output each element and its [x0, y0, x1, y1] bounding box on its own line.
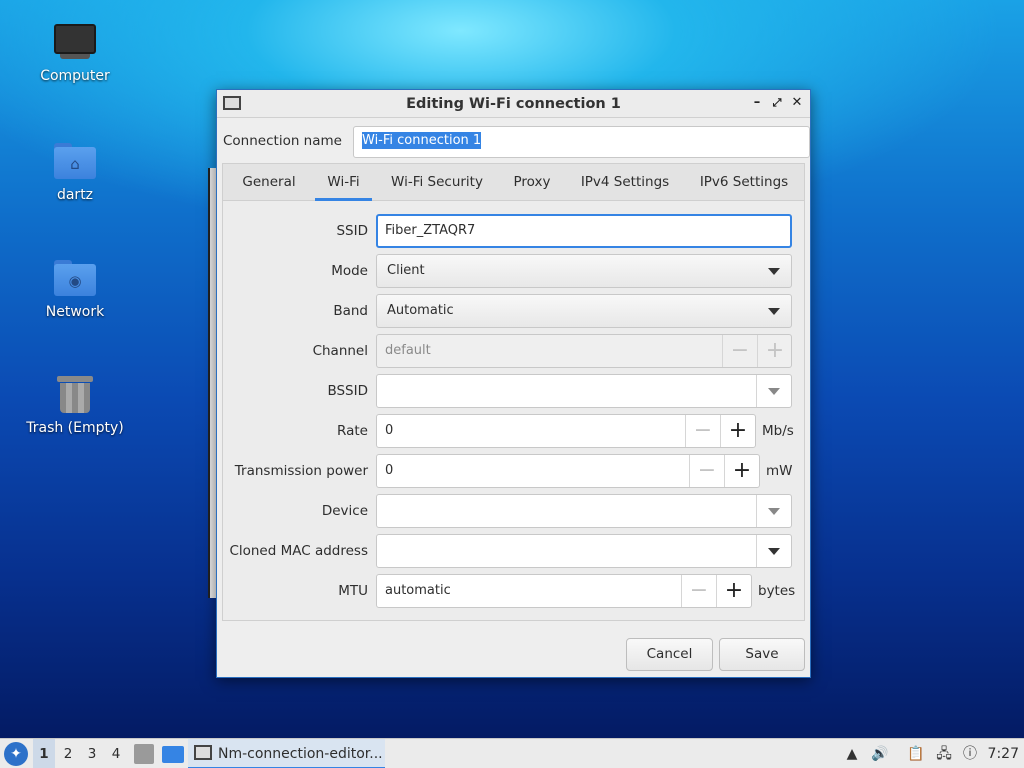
trash-icon: [57, 374, 93, 414]
mtu-increment-button[interactable]: +: [716, 575, 751, 607]
desktop-icon-label: dartz: [56, 187, 94, 203]
cloned-mac-combo-entry[interactable]: [376, 534, 792, 568]
mode-dropdown[interactable]: Client: [376, 254, 792, 288]
channel-label: Channel: [312, 343, 368, 359]
maximize-button[interactable]: ⤢: [768, 94, 786, 112]
chevron-down-icon: [768, 508, 780, 515]
tab-proxy[interactable]: Proxy: [504, 164, 560, 201]
dialog-titlebar[interactable]: Editing Wi-Fi connection 1 – ⤢ ✕: [217, 90, 810, 118]
home-folder-icon: ⌂: [54, 141, 96, 181]
dialog-title: Editing Wi-Fi connection 1: [406, 96, 621, 112]
settings-notebook: General Wi-Fi Wi-Fi Security Proxy IPv4 …: [222, 163, 805, 621]
cloned-mac-dropdown-button[interactable]: [756, 535, 792, 567]
task-label: Nm-connection-editor...: [218, 746, 383, 762]
tab-ipv4-settings[interactable]: IPv4 Settings: [571, 164, 679, 201]
tab-wifi-security[interactable]: Wi-Fi Security: [383, 164, 491, 201]
desktop-icon-computer[interactable]: Computer: [15, 24, 135, 84]
mtu-label: MTU: [338, 583, 368, 599]
rate-label: Rate: [337, 423, 368, 439]
chevron-down-icon: [768, 268, 780, 275]
channel-decrement-button: −: [722, 335, 757, 367]
taskbar: ✦ 1 2 3 4 Nm-connection-editor... ▲ 🔊 📋 …: [0, 738, 1024, 768]
device-label: Device: [321, 503, 368, 519]
rate-decrement-button[interactable]: −: [685, 415, 720, 447]
workspace-4[interactable]: 4: [105, 739, 127, 768]
mtu-unit: bytes: [758, 583, 796, 599]
tab-wifi[interactable]: Wi-Fi: [315, 164, 372, 201]
clock[interactable]: 7:27: [988, 739, 1019, 768]
network-status-icon[interactable]: 🖧: [935, 745, 953, 763]
app-menu-icon[interactable]: ✦: [4, 742, 28, 766]
desktop-icon-trash[interactable]: Trash (Empty): [15, 374, 135, 436]
desktop-icon-home[interactable]: ⌂ dartz: [15, 141, 135, 203]
mtu-decrement-button[interactable]: −: [681, 575, 716, 607]
ssid-label: SSID: [336, 223, 368, 239]
chevron-down-icon: [768, 548, 780, 555]
chevron-down-icon: [768, 388, 780, 395]
bssid-dropdown-button[interactable]: [756, 375, 792, 407]
connection-name-label: Connection name: [223, 133, 342, 149]
band-label: Band: [333, 303, 368, 319]
mtu-spinbutton[interactable]: automatic − +: [376, 574, 752, 608]
show-desktop-icon[interactable]: [162, 746, 184, 763]
device-dropdown-button[interactable]: [756, 495, 792, 527]
rate-value: 0: [385, 423, 394, 438]
band-value: Automatic: [387, 303, 454, 318]
desktop-icon-label: Trash (Empty): [26, 420, 124, 436]
cancel-button[interactable]: Cancel: [626, 638, 713, 671]
mode-label: Mode: [331, 263, 368, 279]
channel-value: default: [385, 343, 431, 358]
tab-bar: General Wi-Fi Wi-Fi Security Proxy IPv4 …: [223, 164, 804, 201]
file-manager-icon[interactable]: [134, 744, 154, 764]
device-combo-entry[interactable]: [376, 494, 792, 528]
cloned-mac-label: Cloned MAC address: [229, 543, 368, 559]
minimize-button[interactable]: –: [748, 94, 766, 112]
connection-name-row: Connection name Wi-Fi connection 1: [222, 126, 810, 158]
tx-power-decrement-button[interactable]: −: [689, 455, 724, 487]
volume-icon[interactable]: 🔊: [871, 745, 889, 763]
save-button[interactable]: Save: [719, 638, 805, 671]
tx-power-spinbutton[interactable]: 0 − +: [376, 454, 760, 488]
ssid-value: Fiber_ZTAQR7: [385, 223, 476, 238]
chevron-down-icon: [768, 308, 780, 315]
connection-name-value: Wi-Fi connection 1: [362, 132, 482, 149]
computer-icon: [54, 24, 96, 62]
clipboard-icon[interactable]: 📋: [907, 745, 925, 763]
channel-spinbutton: default − +: [376, 334, 792, 368]
ssid-input[interactable]: Fiber_ZTAQR7: [376, 214, 792, 248]
rate-unit: Mb/s: [762, 423, 794, 439]
tx-power-label: Transmission power: [234, 463, 368, 479]
bssid-combo-entry[interactable]: [376, 374, 792, 408]
tab-general[interactable]: General: [229, 164, 309, 201]
taskbar-task-nm-connection-editor[interactable]: Nm-connection-editor...: [188, 739, 385, 768]
close-button[interactable]: ✕: [788, 94, 806, 112]
rate-spinbutton[interactable]: 0 − +: [376, 414, 756, 448]
mtu-value: automatic: [385, 583, 451, 598]
workspace-1[interactable]: 1: [33, 739, 55, 768]
desktop-icon-network[interactable]: ◉ Network: [15, 258, 135, 320]
desktop-icon-label: Computer: [40, 68, 110, 84]
desktop-icon-label: Network: [45, 304, 105, 320]
rate-increment-button[interactable]: +: [720, 415, 755, 447]
workspace-2[interactable]: 2: [57, 739, 79, 768]
network-editor-icon: [194, 745, 212, 760]
connection-name-input[interactable]: Wi-Fi connection 1: [353, 126, 810, 158]
tx-power-increment-button[interactable]: +: [724, 455, 759, 487]
tab-ipv6-settings[interactable]: IPv6 Settings: [690, 164, 798, 201]
updates-icon[interactable]: ▲: [843, 745, 861, 763]
mode-value: Client: [387, 263, 425, 278]
channel-increment-button: +: [757, 335, 792, 367]
band-dropdown[interactable]: Automatic: [376, 294, 792, 328]
edit-connection-dialog: Editing Wi-Fi connection 1 – ⤢ ✕ Connect…: [216, 89, 811, 678]
tx-power-value: 0: [385, 463, 394, 478]
network-folder-icon: ◉: [54, 258, 96, 298]
workspace-3[interactable]: 3: [81, 739, 103, 768]
bssid-label: BSSID: [327, 383, 368, 399]
notification-icon[interactable]: ⓘ: [961, 745, 979, 763]
tx-power-unit: mW: [766, 463, 793, 479]
